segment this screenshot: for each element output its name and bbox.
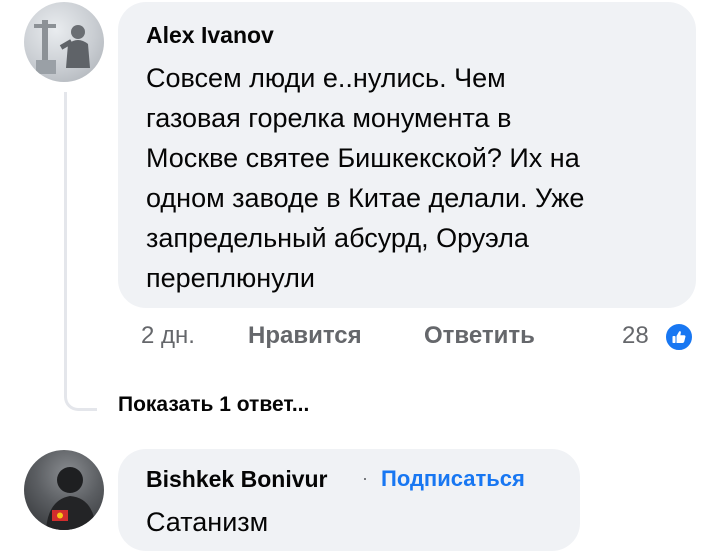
reply-thread-line — [64, 92, 97, 411]
comment-author[interactable]: Bishkek Bonivur — [146, 466, 328, 493]
avatar[interactable] — [24, 2, 104, 82]
avatar[interactable] — [24, 450, 104, 530]
reactions-count[interactable]: 28 — [622, 322, 649, 350]
follow-link[interactable]: Подписаться — [381, 466, 525, 492]
like-thumb-icon[interactable] — [664, 322, 694, 352]
avatar-photo-icon — [34, 20, 90, 74]
show-replies-link[interactable]: Показать 1 ответ... — [118, 393, 309, 417]
comment-text: Сатанизм — [146, 507, 269, 537]
separator-dot: · — [362, 468, 368, 488]
comment-author[interactable]: Alex Ivanov — [146, 22, 274, 49]
avatar-photo-icon — [46, 467, 96, 530]
comment-text: Совсем люди е..нулись. Чем газовая горел… — [146, 63, 585, 293]
like-button[interactable]: Нравится — [248, 322, 362, 350]
comment-timestamp[interactable]: 2 дн. — [141, 322, 195, 350]
reply-button[interactable]: Ответить — [424, 322, 535, 350]
